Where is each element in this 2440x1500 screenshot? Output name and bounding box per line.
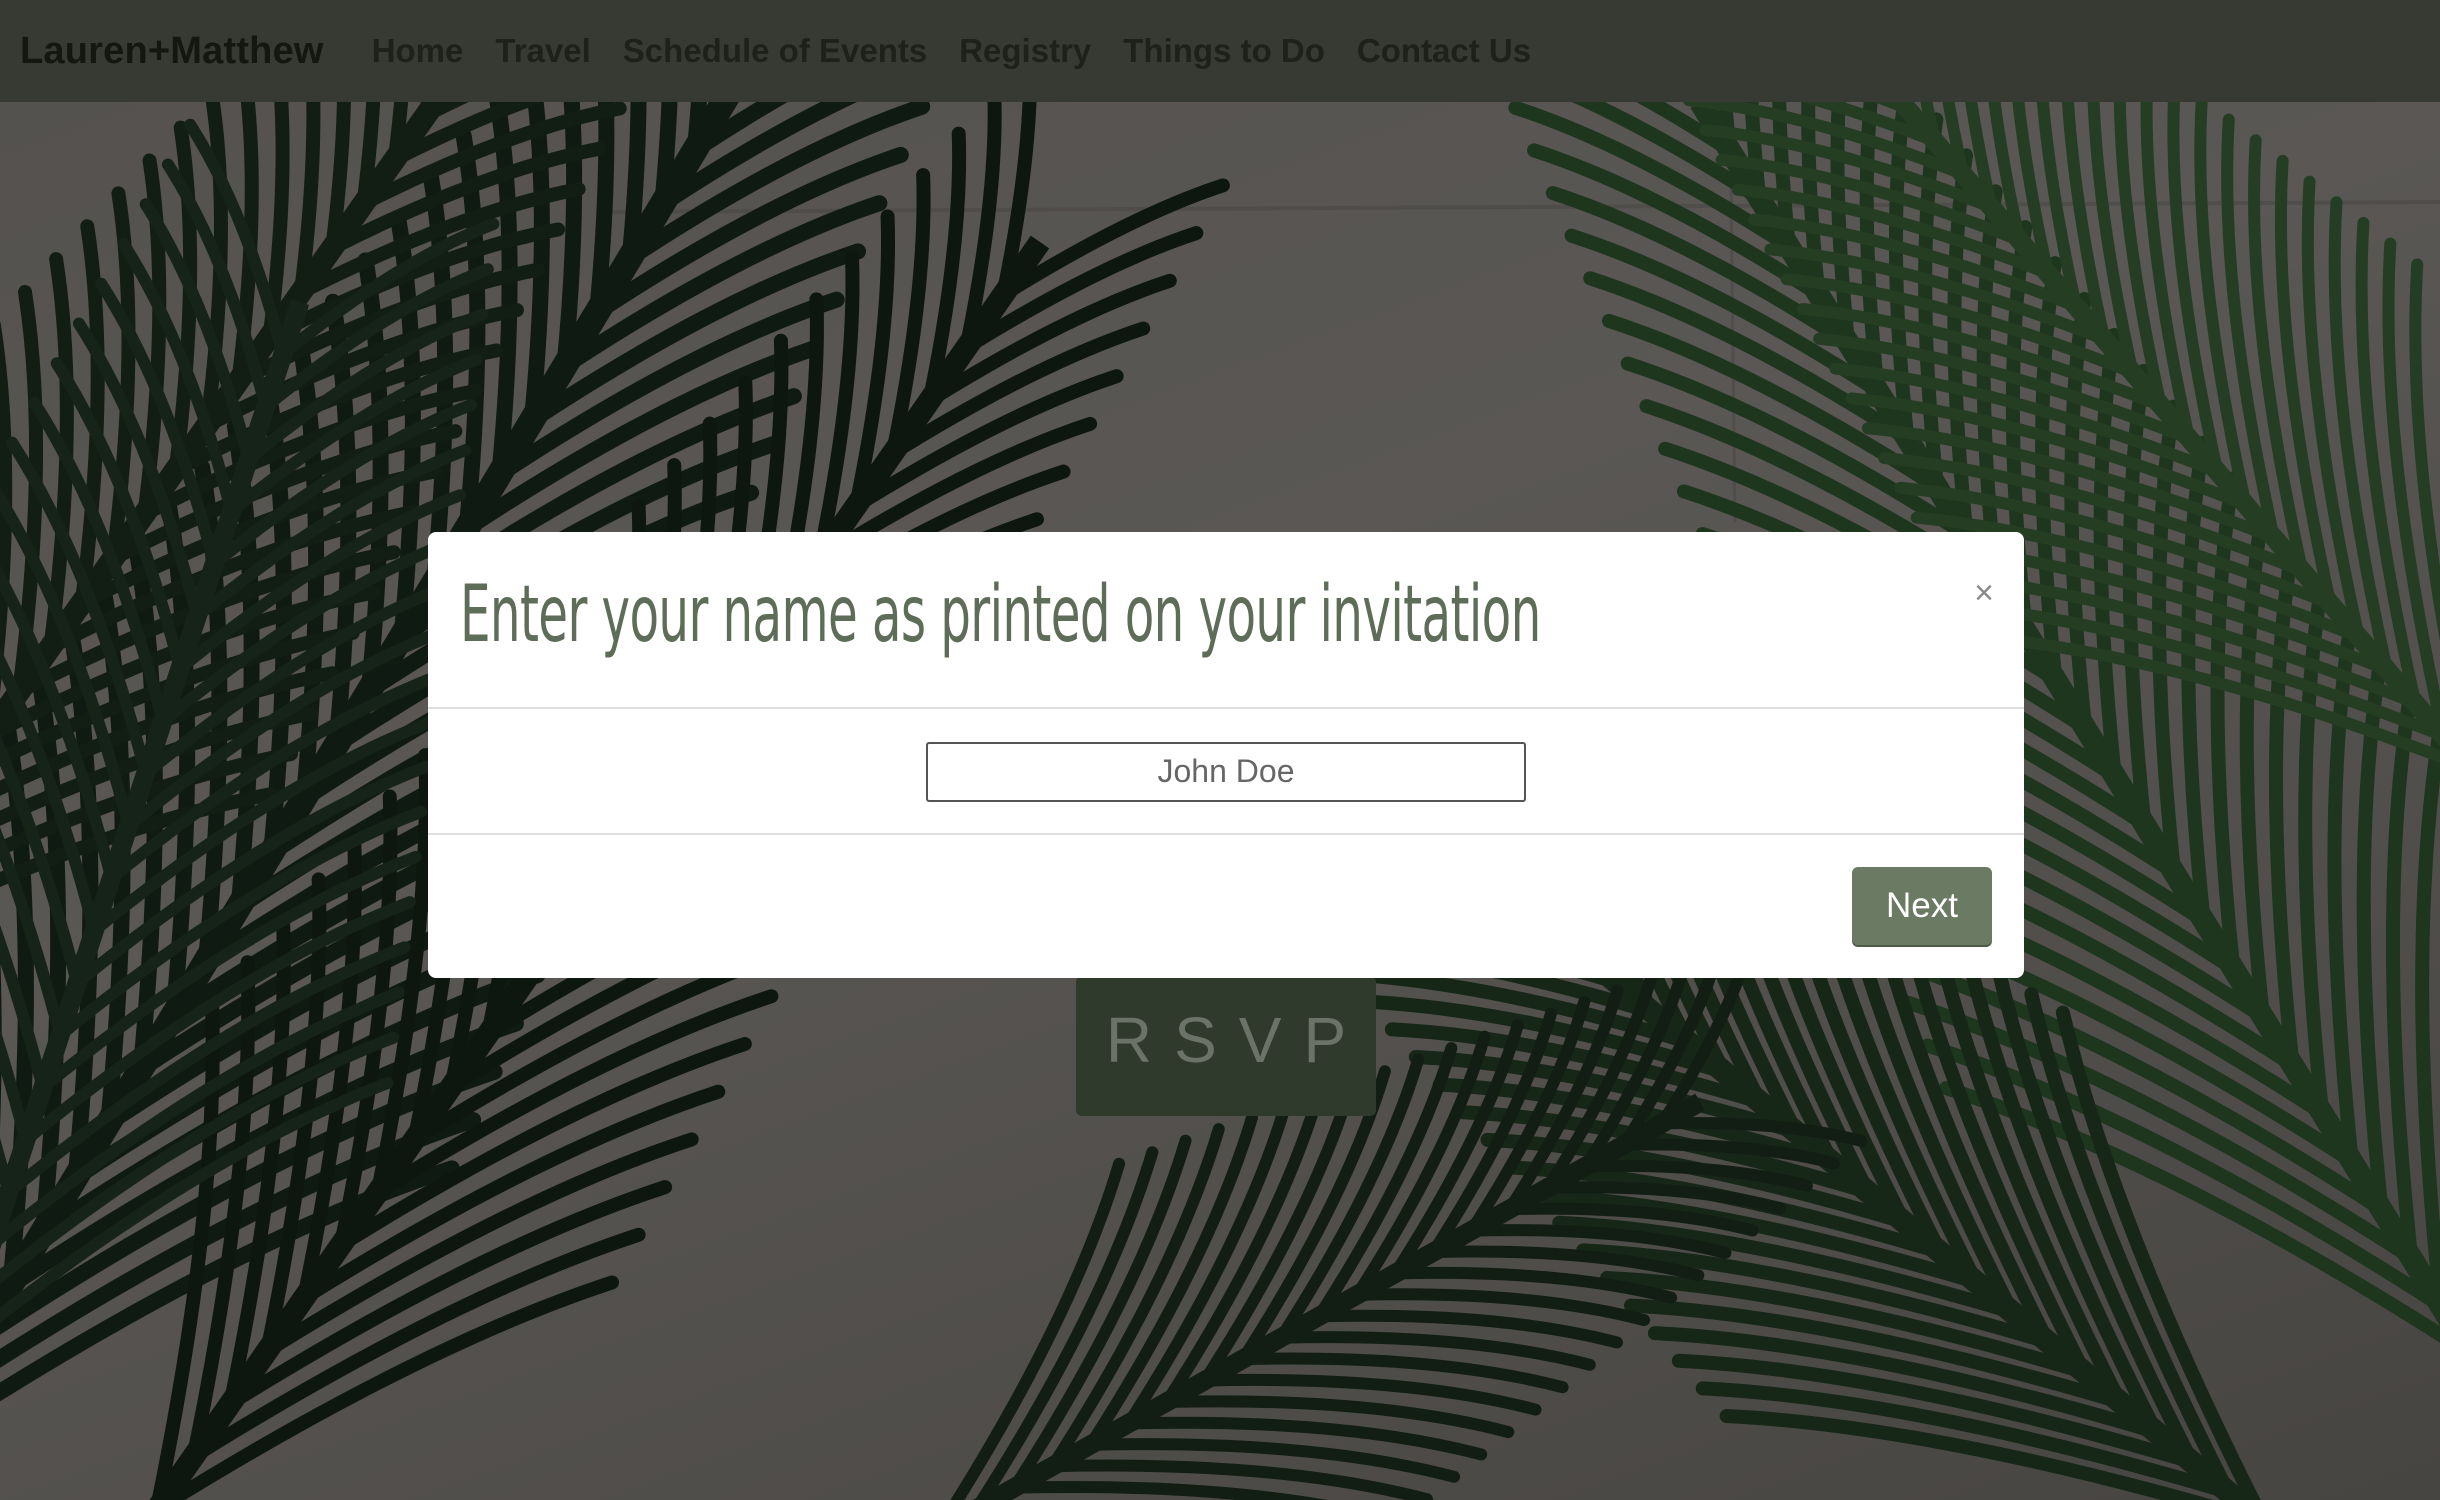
next-button[interactable]: Next (1852, 867, 1992, 945)
guest-name-input[interactable] (926, 741, 1526, 802)
nav-link-travel[interactable]: Travel (495, 32, 590, 70)
modal-footer: Next (428, 835, 2024, 976)
modal-body (428, 709, 2024, 835)
rsvp-button[interactable]: RSVP (1076, 976, 1376, 1116)
nav-link-registry[interactable]: Registry (959, 32, 1091, 70)
close-icon[interactable]: × (1974, 576, 1994, 610)
modal-header: Enter your name as printed on your invit… (428, 532, 2024, 709)
nav-link-things-to-do[interactable]: Things to Do (1123, 32, 1325, 70)
nav-links: Home Travel Schedule of Events Registry … (372, 32, 1563, 70)
site-brand[interactable]: Lauren+Matthew (20, 30, 324, 73)
modal-title: Enter your name as printed on your invit… (460, 570, 1541, 660)
rsvp-name-modal: Enter your name as printed on your invit… (428, 532, 2024, 978)
top-navbar: Lauren+Matthew Home Travel Schedule of E… (0, 0, 2440, 102)
nav-link-home[interactable]: Home (372, 32, 464, 70)
nav-link-schedule-of-events[interactable]: Schedule of Events (623, 32, 927, 70)
nav-link-contact-us[interactable]: Contact Us (1357, 32, 1531, 70)
